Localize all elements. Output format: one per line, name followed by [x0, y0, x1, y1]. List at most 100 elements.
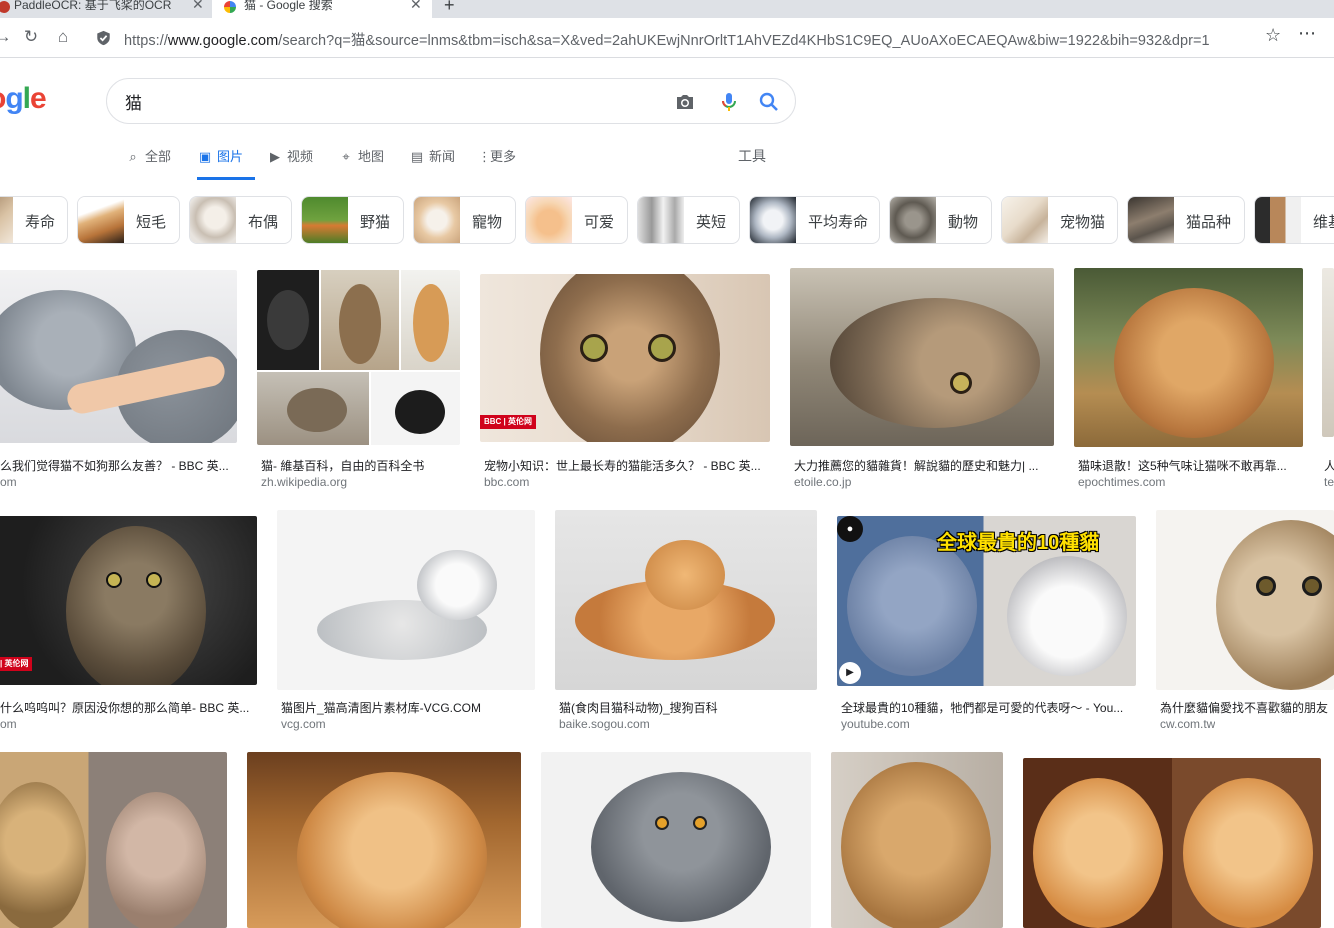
- image-result[interactable]: 猫(食肉目猫科动物)_搜狗百科 baike.sogou.com: [555, 510, 817, 731]
- result-thumbnail[interactable]: [1023, 758, 1321, 928]
- cat-eye: [655, 816, 669, 830]
- chip-animal[interactable]: 動物: [889, 196, 992, 244]
- result-thumbnail[interactable]: [0, 752, 227, 928]
- result-thumbnail[interactable]: [1156, 510, 1334, 690]
- collage-tile: [257, 270, 319, 370]
- related-chips: 寿命 短毛 布偶 野猫 寵物 可爱 英短 平均寿命 動物 宠物猫 猫品种 维: [0, 196, 1334, 244]
- url-text[interactable]: https://www.google.com/search?q=猫&source…: [124, 29, 1210, 50]
- image-result[interactable]: [541, 752, 811, 928]
- address-bar[interactable]: https://www.google.com/search?q=猫&source…: [88, 23, 1324, 52]
- image-result[interactable]: 為什麼貓偏愛找不喜歡貓的朋友 cw.com.tw: [1156, 510, 1334, 731]
- result-thumbnail[interactable]: [277, 510, 535, 690]
- image-result[interactable]: [247, 752, 521, 928]
- chip-shorthair[interactable]: 短毛: [77, 196, 180, 244]
- chip-wiki[interactable]: 维基: [1254, 196, 1334, 244]
- image-result[interactable]: [0, 752, 227, 928]
- result-source[interactable]: om: [0, 475, 17, 489]
- chip-cute[interactable]: 可爱: [525, 196, 628, 244]
- google-logo[interactable]: ogle: [0, 82, 47, 116]
- result-caption[interactable]: 為什麼貓偏愛找不喜歡貓的朋友: [1160, 699, 1334, 716]
- result-caption[interactable]: 猫味退散！这5种气味让猫咪不敢再靠...: [1078, 457, 1299, 474]
- home-icon[interactable]: ⌂: [52, 26, 74, 48]
- camera-icon[interactable]: [673, 90, 697, 114]
- image-result[interactable]: [1023, 758, 1321, 928]
- tools-button[interactable]: 工具: [738, 146, 766, 166]
- search-input[interactable]: [125, 90, 645, 112]
- forward-icon[interactable]: →: [0, 26, 14, 48]
- chip-pet[interactable]: 寵物: [413, 196, 516, 244]
- browser-tab-paddleocr[interactable]: PaddleOCR: 基于飞桨的OCR ✕: [0, 0, 212, 18]
- image-result[interactable]: 猫味退散！这5种气味让猫咪不敢再靠... epochtimes.com: [1074, 268, 1303, 490]
- image-result[interactable]: BBC | 英伦网 宠物小知识：世上最长寿的猫能活多久？ - BBC 英... …: [480, 274, 770, 490]
- close-tab-icon[interactable]: ✕: [410, 0, 422, 11]
- result-caption[interactable]: 宠物小知识：世上最长寿的猫能活多久？ - BBC 英...: [484, 457, 770, 474]
- reload-icon[interactable]: ↻: [20, 26, 42, 48]
- result-caption[interactable]: 么我们觉得猫不如狗那么友善？ - BBC 英...: [0, 457, 232, 474]
- more-menu-icon[interactable]: ⋯: [1298, 23, 1317, 44]
- close-tab-icon[interactable]: ✕: [192, 0, 204, 11]
- image-result[interactable]: 大力推薦您的貓雜貨！解說貓的歷史和魅力| ... etoile.co.jp: [790, 268, 1054, 490]
- result-caption[interactable]: 全球最貴的10種貓，牠們都是可愛的代表呀～ - You...: [841, 699, 1132, 716]
- tab-images[interactable]: ▣ 图片: [197, 146, 255, 180]
- result-caption[interactable]: 大力推薦您的貓雜貨！解說貓的歷史和魅力| ...: [794, 457, 1050, 474]
- result-source[interactable]: cw.com.tw: [1160, 717, 1215, 731]
- image-result[interactable]: 猫- 維基百科，自由的百科全书 zh.wikipedia.org: [257, 270, 460, 490]
- result-thumbnail[interactable]: [1074, 268, 1303, 447]
- mic-icon[interactable]: [717, 90, 741, 114]
- result-thumbnail[interactable]: BBC | 英伦网: [480, 274, 770, 442]
- result-caption[interactable]: 猫- 維基百科，自由的百科全书: [261, 457, 460, 474]
- result-thumbnail[interactable]: [247, 752, 521, 928]
- result-source[interactable]: bbc.com: [484, 475, 529, 489]
- tab-more[interactable]: ⋮更多: [478, 146, 516, 180]
- result-thumbnail[interactable]: [831, 752, 1003, 928]
- result-source[interactable]: zh.wikipedia.org: [261, 475, 347, 489]
- chip-british-shorthair[interactable]: 英短: [637, 196, 740, 244]
- result-caption[interactable]: 人: [1324, 457, 1334, 474]
- result-thumbnail[interactable]: [541, 752, 811, 928]
- chip-lifespan[interactable]: 寿命: [0, 196, 68, 244]
- new-tab-button[interactable]: +: [444, 0, 455, 16]
- result-thumbnail[interactable]: [555, 510, 817, 690]
- result-source[interactable]: te: [1324, 475, 1334, 489]
- result-thumbnail[interactable]: [790, 268, 1054, 446]
- image-result[interactable]: | 英伦网 什么呜呜叫？原因没你想的那么简单- BBC 英... om: [0, 516, 257, 731]
- tab-maps[interactable]: ⌖ 地图: [338, 146, 384, 180]
- image-result[interactable]: 全球最貴的10種貓 ● ▶ 全球最貴的10種貓，牠們都是可愛的代表呀～ - Yo…: [837, 516, 1136, 731]
- result-source[interactable]: om: [0, 717, 17, 731]
- search-icon[interactable]: [757, 90, 781, 114]
- result-source[interactable]: epochtimes.com: [1078, 475, 1165, 489]
- bookmark-star-icon[interactable]: ☆: [1265, 25, 1281, 46]
- more-vert-icon: ⋮: [478, 149, 491, 164]
- bbc-badge: BBC | 英伦网: [480, 415, 537, 429]
- result-thumbnail[interactable]: [0, 270, 237, 443]
- image-result[interactable]: 猫图片_猫高清图片素材库-VCG.COM vcg.com: [277, 510, 535, 731]
- chip-pet-cat[interactable]: 宠物猫: [1001, 196, 1118, 244]
- chip-ragdoll[interactable]: 布偶: [189, 196, 292, 244]
- result-caption[interactable]: 猫(食肉目猫科动物)_搜狗百科: [559, 699, 817, 716]
- chip-cat-breeds[interactable]: 猫品种: [1127, 196, 1245, 244]
- tab-news[interactable]: ▤ 新闻: [409, 146, 455, 180]
- image-result[interactable]: 么我们觉得猫不如狗那么友善？ - BBC 英... om: [0, 270, 237, 490]
- result-source[interactable]: youtube.com: [841, 717, 910, 731]
- chip-thumbnail: [0, 197, 13, 243]
- browser-tab-google[interactable]: 猫 - Google 搜索 ✕: [212, 0, 432, 18]
- result-thumbnail[interactable]: | 英伦网: [0, 516, 257, 685]
- result-caption[interactable]: 什么呜呜叫？原因没你想的那么简单- BBC 英...: [0, 699, 252, 716]
- cat-shape: [645, 540, 725, 610]
- tab-all[interactable]: ⌕ 全部: [125, 146, 171, 180]
- cat-eye: [950, 372, 972, 394]
- chip-average-lifespan[interactable]: 平均寿命: [749, 196, 880, 244]
- image-result[interactable]: [831, 752, 1003, 928]
- result-source[interactable]: baike.sogou.com: [559, 717, 650, 731]
- result-caption[interactable]: 猫图片_猫高清图片素材库-VCG.COM: [281, 699, 535, 716]
- image-result[interactable]: 人 te: [1322, 268, 1334, 490]
- result-thumbnail[interactable]: [257, 270, 460, 445]
- chip-label: 英短: [696, 214, 727, 231]
- result-thumbnail[interactable]: [1322, 268, 1334, 437]
- result-thumbnail[interactable]: 全球最貴的10種貓 ● ▶: [837, 516, 1136, 686]
- result-source[interactable]: etoile.co.jp: [794, 475, 851, 489]
- tab-video[interactable]: ▶ 视频: [267, 146, 313, 180]
- chip-wildcat[interactable]: 野猫: [301, 196, 404, 244]
- play-icon[interactable]: ▶: [839, 662, 861, 684]
- result-source[interactable]: vcg.com: [281, 717, 326, 731]
